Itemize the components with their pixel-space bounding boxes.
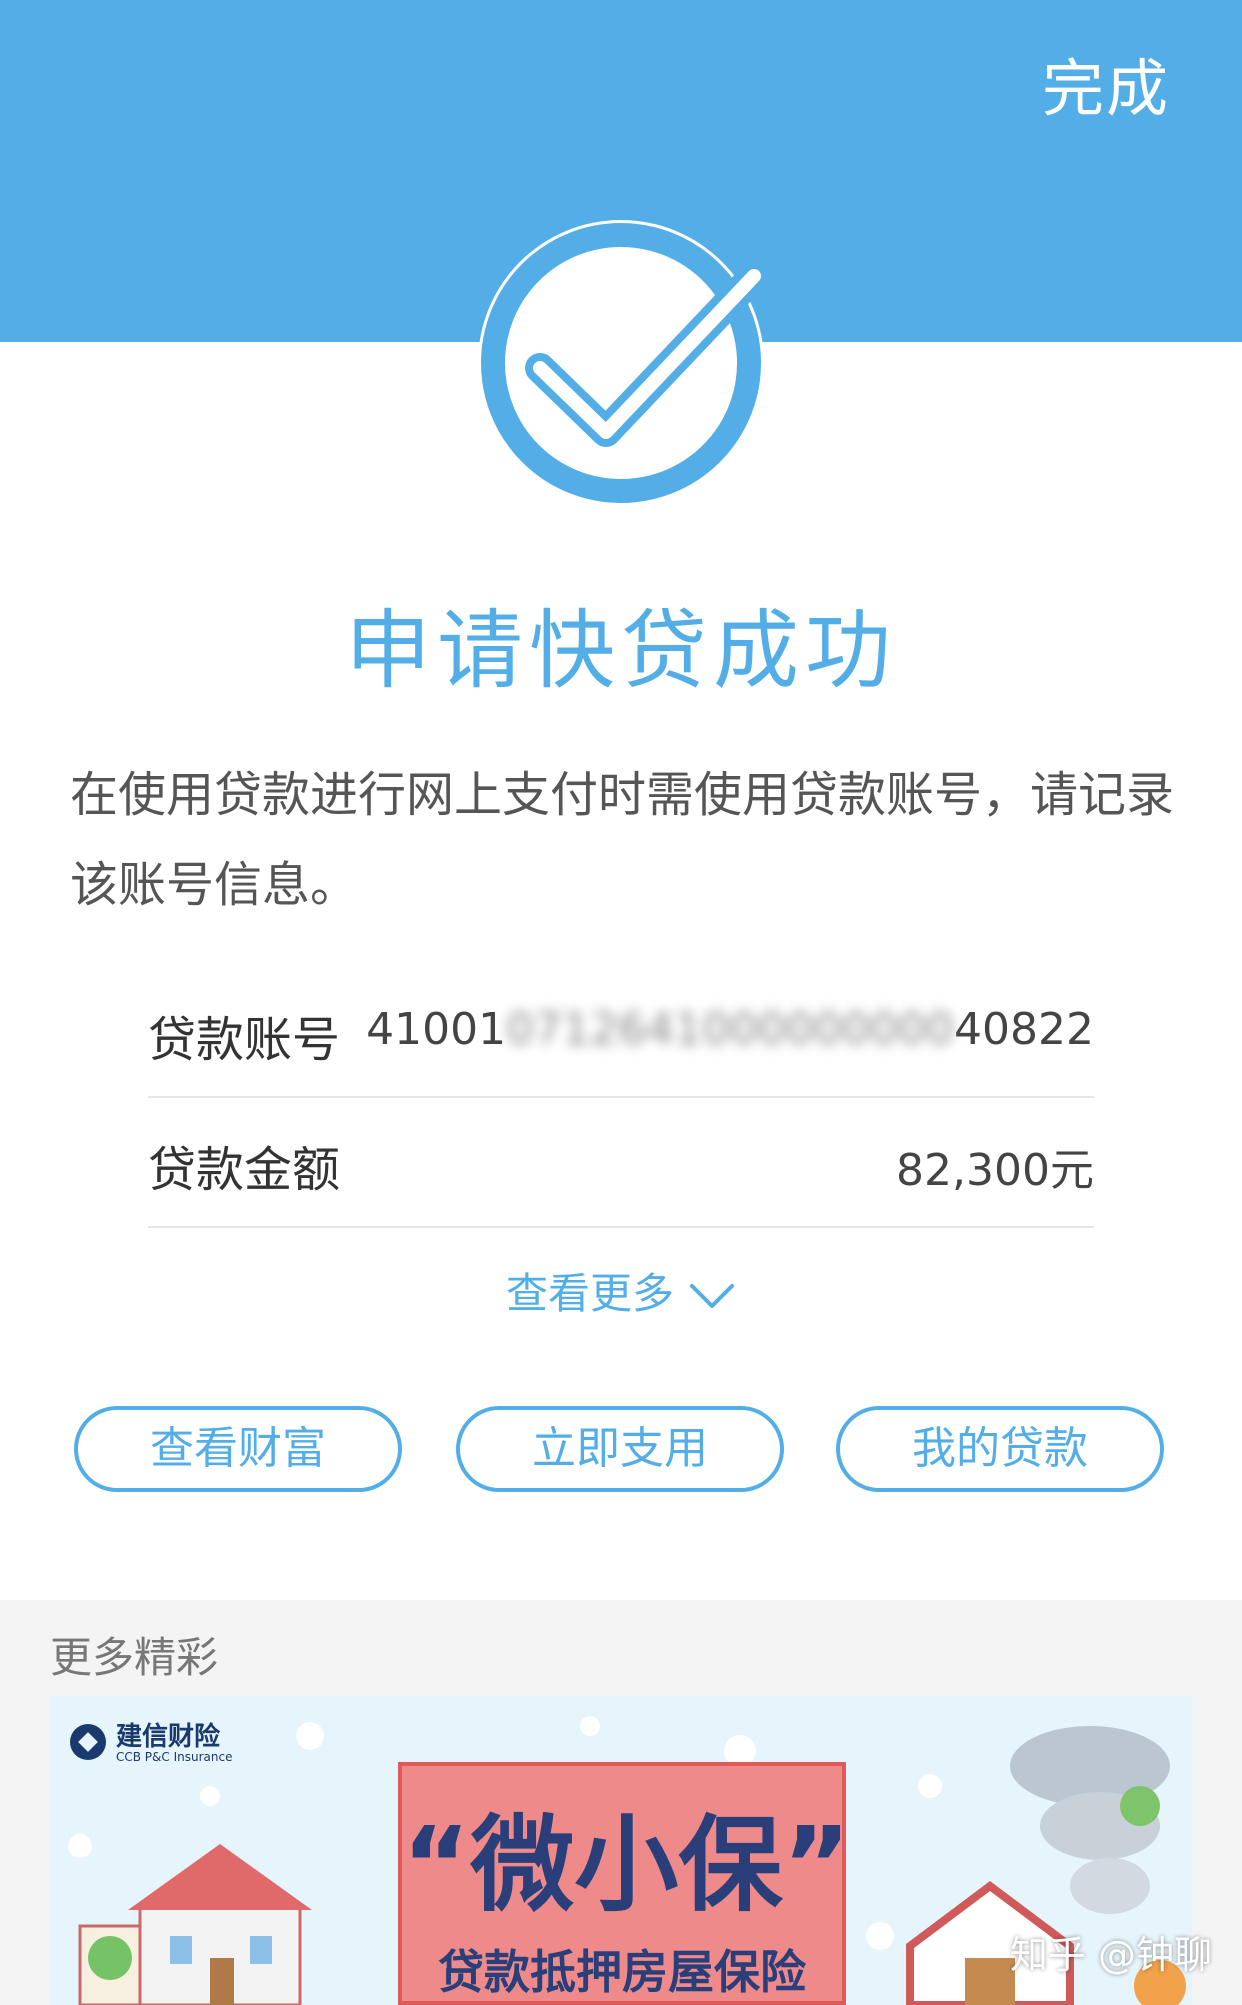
view-wealth-button[interactable]: 查看财富: [74, 1406, 402, 1492]
loan-amount-label: 贷款金额: [148, 1142, 341, 1198]
account-suffix: 40822: [954, 1004, 1094, 1055]
chevron-down-icon: [690, 1283, 734, 1308]
draw-now-button[interactable]: 立即支用: [456, 1406, 784, 1492]
account-masked: 0712641000000000: [506, 1004, 955, 1055]
ccb-logo-icon: [70, 1724, 106, 1760]
success-title: 申请快贷成功: [345, 601, 897, 701]
promo-title: “微小保”: [402, 1804, 851, 1926]
more-section-title: 更多精彩: [50, 1633, 219, 1682]
watermark-text: 知乎 @钟聊: [1009, 1933, 1212, 1977]
promo-subtitle: 贷款抵押房屋保险: [438, 1945, 806, 1999]
loan-account-value: 41001071264100000000040822: [366, 1004, 1094, 1055]
promo-box: “微小保” 贷款抵押房屋保险: [398, 1762, 851, 2005]
check-circle-icon: [466, 218, 776, 508]
notice-text: 在使用贷款进行网上支付时需使用贷款账号，请记录该账号信息。: [70, 767, 1175, 913]
view-more-link[interactable]: 查看更多: [0, 1260, 1242, 1321]
loan-amount-value: 82,300元: [896, 1145, 1094, 1196]
loan-account-label: 贷款账号: [148, 1012, 341, 1068]
view-more-label: 查看更多: [505, 1269, 674, 1318]
loan-account-row: 贷款账号 41001071264100000000040822: [148, 968, 1094, 1098]
brand-en: CCB P&C Insurance: [116, 1750, 233, 1764]
my-loans-button[interactable]: 我的贷款: [836, 1406, 1164, 1492]
brand-name: 建信财险: [116, 1722, 221, 1752]
account-prefix: 41001: [366, 1004, 507, 1055]
loan-amount-row: 贷款金额 82,300元: [148, 1098, 1094, 1228]
done-button[interactable]: 完成: [1042, 38, 1170, 128]
